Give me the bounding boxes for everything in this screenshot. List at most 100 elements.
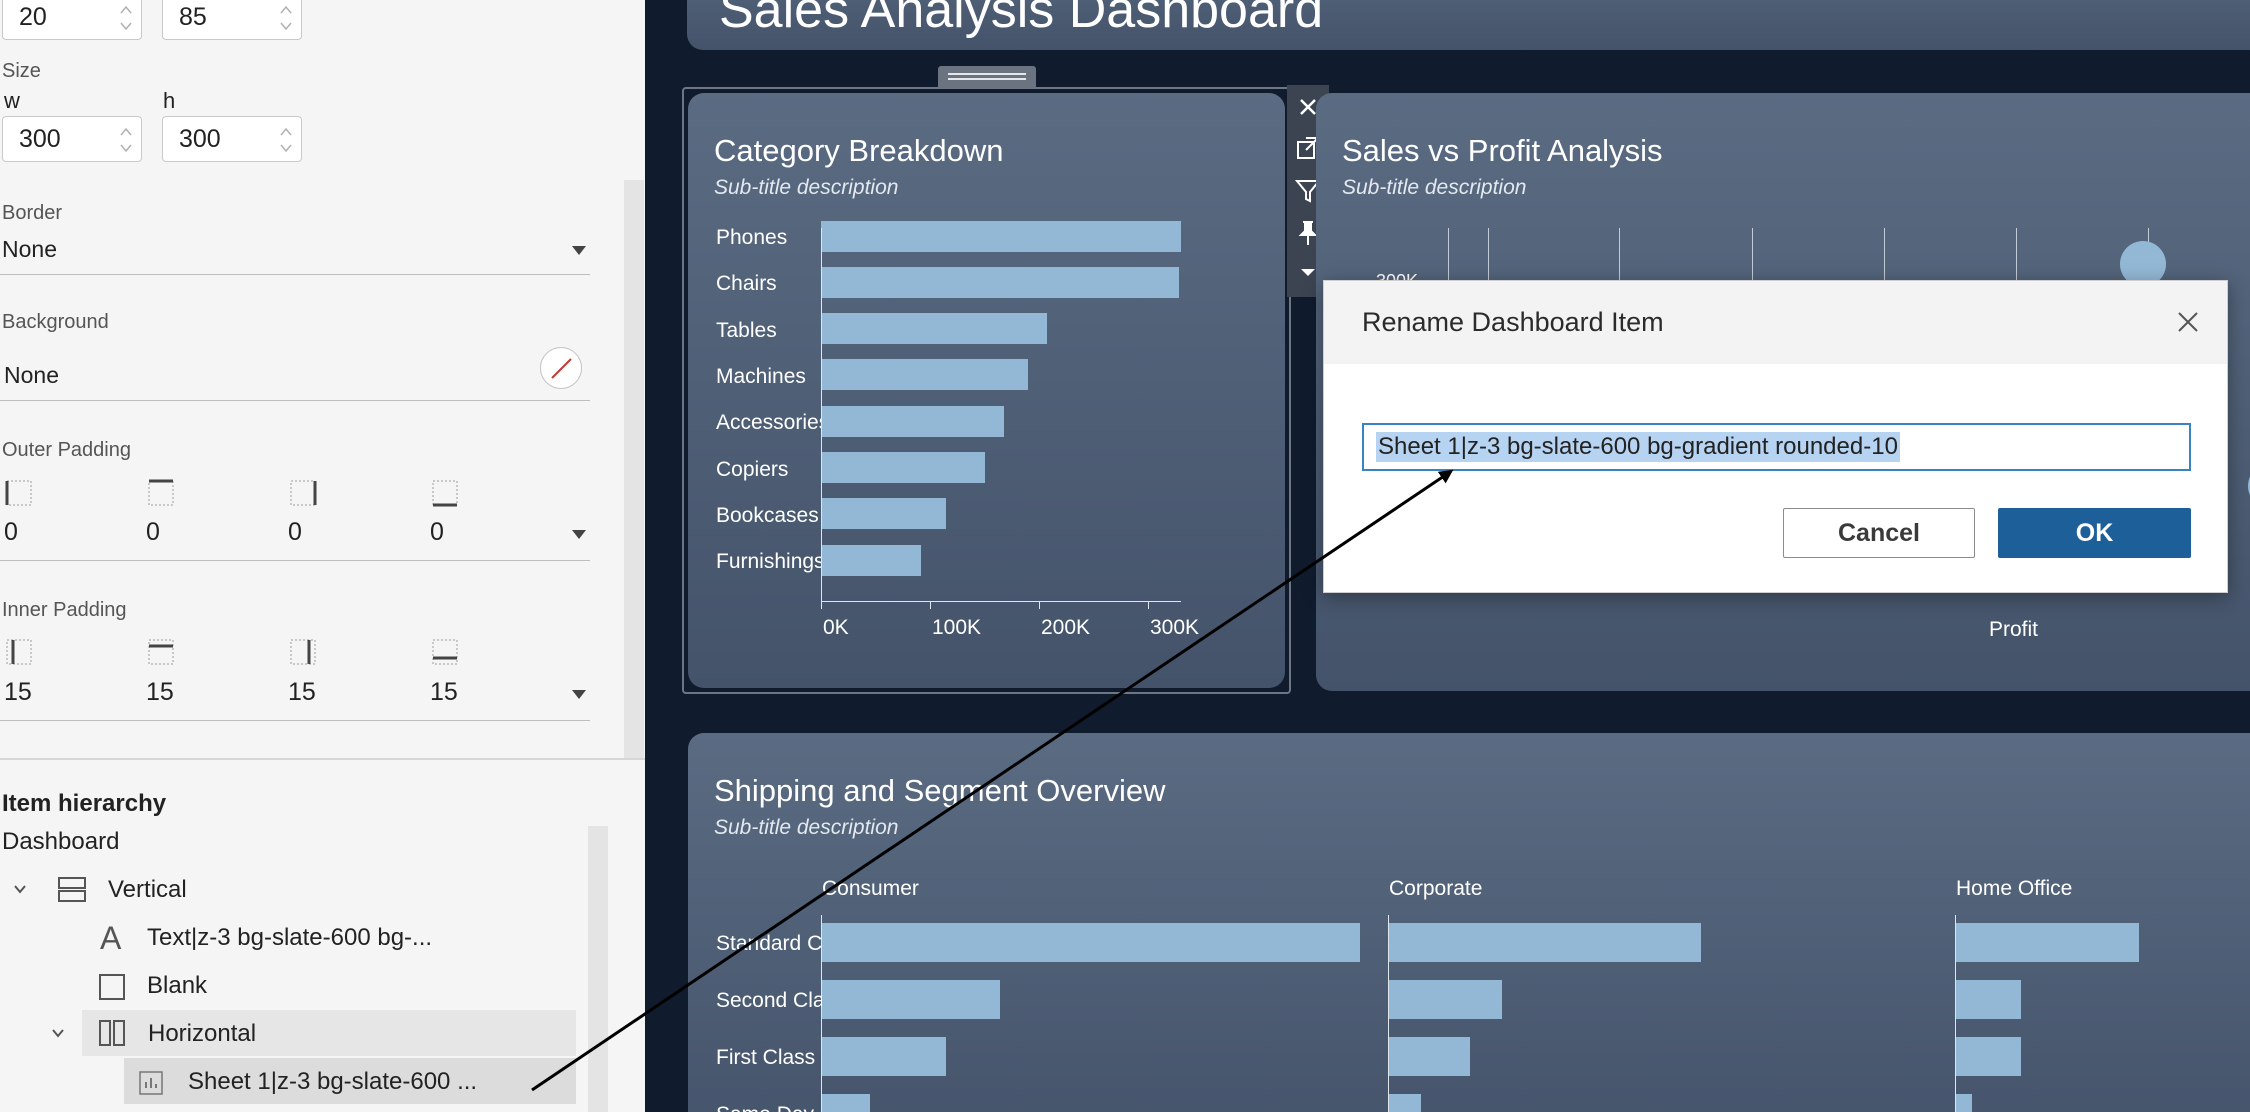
category-bar xyxy=(821,313,1047,345)
shipping-bar xyxy=(1389,922,1702,962)
border-dropdown[interactable]: None xyxy=(0,230,590,272)
category-bar xyxy=(821,359,1029,391)
padding-left-icon xyxy=(5,480,32,506)
drag-handle[interactable] xyxy=(938,66,1036,88)
no-color-icon xyxy=(551,358,572,379)
category-label: Copiers xyxy=(716,457,789,481)
size-label: Size xyxy=(2,60,41,82)
background-label: Background xyxy=(2,311,109,333)
tree-item-horizontal[interactable]: Horizontal xyxy=(52,1010,576,1056)
layout-panel: 20 85 Size w h 300 300 Border None Backg… xyxy=(0,0,645,1112)
stepper-arrows-icon[interactable] xyxy=(279,123,293,155)
category-bar xyxy=(821,544,922,576)
x-tick-label: 100K xyxy=(932,616,982,639)
x-tick-mark xyxy=(930,601,931,609)
stepper-arrows-icon[interactable] xyxy=(119,1,133,33)
shipping-bar xyxy=(822,979,1000,1019)
shipping-bar xyxy=(1956,1093,1973,1112)
padding-bottom-icon xyxy=(432,639,458,665)
category-label: Accessories xyxy=(716,411,830,435)
divider xyxy=(0,560,590,561)
inner-padding-top-value[interactable]: 15 xyxy=(146,678,174,707)
x-axis-label: Profit xyxy=(1989,618,2039,641)
segment-header: Home Office xyxy=(1956,877,2073,900)
stepper-arrows-icon[interactable] xyxy=(279,1,293,33)
category-breakdown-card[interactable]: Category Breakdown Sub-title description… xyxy=(688,93,1285,688)
cancel-button[interactable]: Cancel xyxy=(1783,508,1975,558)
inner-padding-label: Inner Padding xyxy=(2,599,127,621)
stepper-arrows-icon[interactable] xyxy=(119,123,133,155)
shipping-segment-card[interactable]: Shipping and Segment Overview Sub-title … xyxy=(688,733,2250,1112)
tree-item-label: Blank xyxy=(147,972,208,999)
segment-header: Consumer xyxy=(822,877,919,900)
padding-bottom-icon xyxy=(432,480,458,507)
tree-item-label: Horizontal xyxy=(148,1020,257,1047)
x-tick-label: 200K xyxy=(1041,616,1091,639)
blank-icon xyxy=(99,974,125,1000)
width-value: 300 xyxy=(19,125,61,153)
card-title: Sales vs Profit Analysis xyxy=(1342,133,1663,168)
shipping-bar xyxy=(1956,922,2139,962)
padding-right-icon xyxy=(290,639,316,665)
padding-top-icon xyxy=(148,639,174,665)
color-picker-button[interactable] xyxy=(540,347,582,389)
category-bar xyxy=(821,498,947,530)
inner-padding-right-value[interactable]: 15 xyxy=(288,678,316,707)
tree-item-label: Text|z-3 bg-slate-600 bg-... xyxy=(147,924,433,951)
shipping-bar xyxy=(1956,1036,2021,1076)
chevron-down-icon[interactable] xyxy=(51,1026,65,1040)
hierarchy-root: Dashboard xyxy=(2,828,120,855)
category-label: Machines xyxy=(716,364,806,388)
padding-right-icon xyxy=(290,480,317,506)
x-tick-mark xyxy=(1148,601,1149,609)
height-input[interactable]: 300 xyxy=(162,116,302,162)
outer-padding-bottom-value[interactable]: 0 xyxy=(430,518,444,547)
outer-padding-top-value[interactable]: 0 xyxy=(146,518,160,547)
border-label: Border xyxy=(2,202,63,224)
background-value: None xyxy=(4,362,59,388)
x-tick-mark xyxy=(821,601,822,609)
padding-left-icon xyxy=(6,639,32,665)
outer-padding-left-value[interactable]: 0 xyxy=(4,518,18,547)
title-card[interactable]: Sales Analysis Dashboard xyxy=(687,0,2250,50)
category-bar-chart: Phones Chairs Tables Machines Accessories Cop… xyxy=(688,93,1285,688)
chevron-down-icon[interactable] xyxy=(13,882,27,896)
close-icon[interactable] xyxy=(2175,309,2201,335)
item-hierarchy-title: Item hierarchy xyxy=(2,790,167,817)
tree-item-sheet1[interactable]: Sheet 1|z-3 bg-slate-600 ... xyxy=(124,1058,576,1104)
tree-item-text[interactable]: A Text|z-3 bg-slate-600 bg-... xyxy=(0,914,590,960)
section-divider xyxy=(0,758,645,760)
y-position-value: 85 xyxy=(179,3,207,31)
tree-item-vertical[interactable]: Vertical xyxy=(0,866,590,912)
category-label: Chairs xyxy=(716,272,777,296)
width-input[interactable]: 300 xyxy=(2,116,142,162)
divider xyxy=(0,720,590,721)
category-bar xyxy=(821,405,1005,437)
category-label: Tables xyxy=(716,318,777,342)
panel-scrollbar[interactable] xyxy=(624,180,644,758)
y-position-input[interactable]: 85 xyxy=(162,0,302,40)
category-label: Phones xyxy=(716,226,788,249)
shipping-bar-chart: Consumer Corporate Home Office Standard Cla… xyxy=(688,733,2250,1112)
vertical-container-icon xyxy=(58,877,86,902)
inner-padding-left-value[interactable]: 15 xyxy=(4,678,32,707)
tree-item-blank[interactable]: Blank xyxy=(0,962,590,1008)
shipping-bar xyxy=(822,922,1360,962)
hierarchy-scrollbar[interactable] xyxy=(588,826,608,1112)
height-label: h xyxy=(163,88,176,113)
category-label: Bookcases xyxy=(716,503,819,527)
inner-padding-dropdown-icon[interactable] xyxy=(572,690,586,699)
background-dropdown[interactable]: None xyxy=(0,352,590,400)
rename-input[interactable] xyxy=(1362,423,2191,471)
category-bar xyxy=(821,266,1179,298)
outer-padding-dropdown-icon[interactable] xyxy=(572,530,586,539)
outer-padding-right-value[interactable]: 0 xyxy=(288,518,302,547)
shipping-bar xyxy=(822,1036,946,1076)
inner-padding-bottom-value[interactable]: 15 xyxy=(430,678,458,707)
ok-button[interactable]: OK xyxy=(1998,508,2191,558)
shipping-bar xyxy=(822,1093,871,1112)
shipping-bar xyxy=(1389,979,1502,1019)
x-position-input[interactable]: 20 xyxy=(2,0,142,40)
sheet-chart-icon xyxy=(139,1071,163,1095)
x-position-value: 20 xyxy=(19,3,47,31)
